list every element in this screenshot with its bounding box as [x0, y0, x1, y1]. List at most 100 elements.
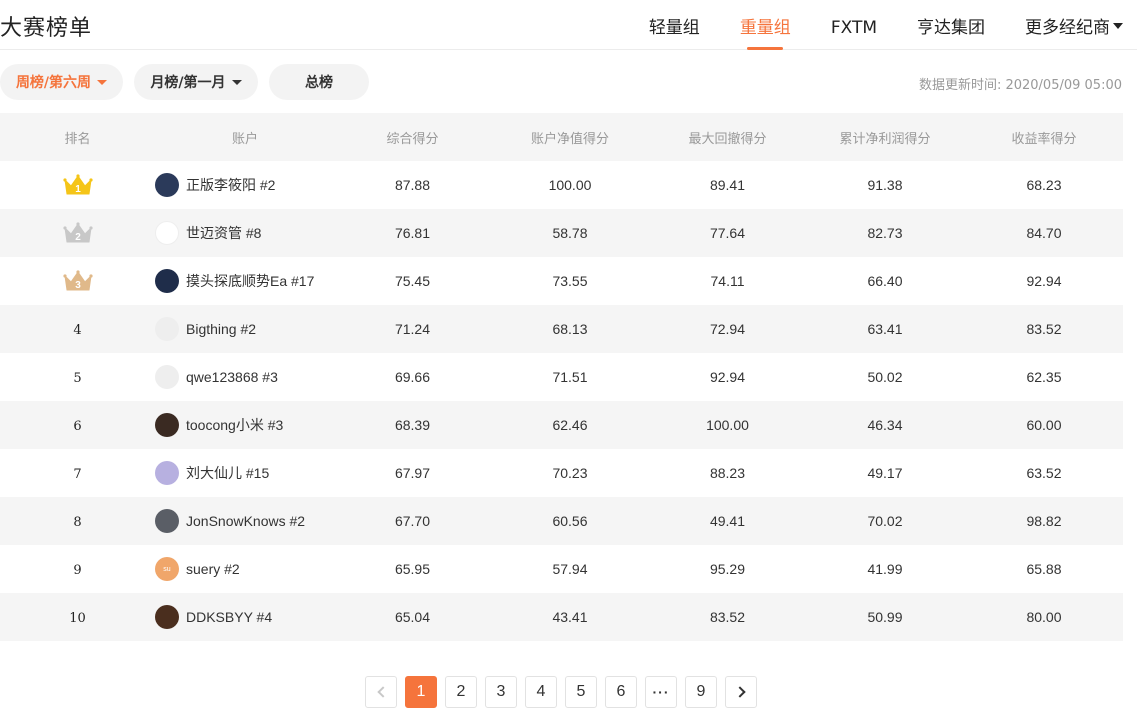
table-row[interactable]: 2 世迈资管 #8 76.81 58.78 77.64 82.73 84.70 [0, 209, 1123, 257]
overall-ranking-button[interactable]: 总榜 [269, 64, 369, 100]
next-page-button[interactable] [725, 676, 757, 708]
score-cell: 68.13 [552, 321, 588, 337]
more-pages-button[interactable]: ··· [645, 676, 677, 708]
weekly-ranking-select[interactable]: 周榜/第六周 [0, 64, 123, 100]
score-cell: 95.29 [709, 561, 746, 577]
account-name[interactable]: 刘大仙儿 #15 [186, 463, 269, 483]
data-update-time: 数据更新时间: 2020/05/09 05:00 [918, 78, 1122, 93]
rank-cell: 10 [0, 609, 155, 626]
account-name[interactable]: 世迈资管 #8 [186, 223, 261, 243]
score-cell: 98.82 [1026, 513, 1062, 529]
account-name[interactable]: qwe123868 #3 [186, 369, 278, 385]
avatar [155, 365, 179, 389]
account-cell[interactable]: 世迈资管 #8 [155, 221, 335, 245]
last-page-button[interactable]: 9 [685, 676, 717, 708]
rank-cell: 3 [0, 269, 155, 293]
score-cell: 46.34 [867, 417, 903, 433]
account-cell[interactable]: DDKSBYY #4 [155, 605, 335, 629]
page-button[interactable]: 6 [605, 676, 637, 708]
tab-heavy-group[interactable]: 重量组 [740, 0, 791, 50]
account-name[interactable]: Bigthing #2 [186, 321, 256, 337]
score-cell: 83.52 [1026, 321, 1062, 337]
score-cell: 68.39 [394, 417, 431, 433]
score-cell: 60.56 [552, 513, 588, 529]
tab-hantec-group[interactable]: 亨达集团 [917, 0, 985, 50]
account-cell[interactable]: qwe123868 #3 [155, 365, 335, 389]
score-cell: 43.41 [552, 609, 588, 625]
account-cell[interactable]: Bigthing #2 [155, 317, 335, 341]
account-name[interactable]: 正版李筱阳 #2 [186, 175, 275, 195]
account-name[interactable]: toocong小米 #3 [186, 415, 283, 435]
account-cell[interactable]: toocong小米 #3 [155, 413, 335, 437]
account-cell[interactable]: 摸头探底顺势Ea #17 [155, 269, 335, 293]
account-name[interactable]: 摸头探底顺势Ea #17 [186, 271, 314, 291]
score-cell: 70.23 [552, 465, 588, 481]
monthly-ranking-select[interactable]: 月榜/第一月 [134, 64, 258, 100]
tab-light-group[interactable]: 轻量组 [649, 0, 700, 50]
rank-number: 8 [73, 514, 82, 530]
table-row[interactable]: 10 DDKSBYY #4 65.04 43.41 83.52 50.99 80.00 [0, 593, 1123, 641]
account-name[interactable]: JonSnowKnows #2 [186, 513, 305, 529]
tab-more-brokers[interactable]: 更多经纪商 [1025, 0, 1123, 50]
score-cell: 92.94 [1026, 273, 1062, 289]
table-row[interactable]: 7 刘大仙儿 #15 67.97 70.23 88.23 49.17 63.52 [0, 449, 1123, 497]
crown-icon: 2 [62, 222, 93, 243]
tab-fxtm[interactable]: FXTM [831, 0, 877, 50]
chevron-right-icon [733, 686, 746, 698]
table-row[interactable]: 4 Bigthing #2 71.24 68.13 72.94 63.41 83.52 [0, 305, 1123, 353]
score-cell: 71.51 [552, 369, 588, 385]
avatar [155, 317, 179, 341]
caret-down-icon [97, 79, 108, 85]
score-cell: 58.78 [552, 225, 588, 241]
account-name[interactable]: suery #2 [186, 561, 240, 577]
leaderboard-table: 排名 账户 综合得分 账户净值得分 最大回撤得分 累计净利润得分 收益率得分 1… [0, 113, 1123, 641]
tab-more-brokers-label: 更多经纪商 [1025, 18, 1110, 38]
score-cell: 62.46 [552, 417, 588, 433]
avatar [155, 413, 179, 437]
score-cell: 88.23 [709, 465, 746, 481]
score-cell: 50.02 [867, 369, 903, 385]
score-cell: 70.02 [867, 513, 903, 529]
table-row[interactable]: 9 su suery #2 65.95 57.94 95.29 41.99 65.88 [0, 545, 1123, 593]
table-header: 排名 账户 综合得分 账户净值得分 最大回撤得分 累计净利润得分 收益率得分 [0, 113, 1123, 161]
score-cell: 77.64 [709, 225, 746, 241]
avatar [155, 173, 179, 197]
account-cell[interactable]: JonSnowKnows #2 [155, 509, 335, 533]
rank-number: 7 [73, 466, 82, 482]
score-cell: 74.11 [710, 273, 745, 289]
table-row[interactable]: 8 JonSnowKnows #2 67.70 60.56 49.41 70.02 98.8… [0, 497, 1123, 545]
avatar [155, 605, 179, 629]
score-cell: 57.94 [552, 561, 588, 577]
table-row[interactable]: 3 摸头探底顺势Ea #17 75.45 73.55 74.11 66.40 92.94 [0, 257, 1123, 305]
caret-down-icon [1113, 23, 1123, 29]
page-button[interactable]: 1 [405, 676, 437, 708]
crown-rank-label: 1 [75, 184, 81, 195]
rank-cell: 5 [0, 369, 155, 386]
score-cell: 60.00 [1026, 417, 1062, 433]
score-cell: 72.94 [709, 321, 746, 337]
score-cell: 41.99 [867, 561, 903, 577]
col-net-profit-score: 累计净利润得分 [839, 131, 931, 147]
score-cell: 68.23 [1026, 177, 1062, 193]
col-rank: 排名 [64, 131, 91, 147]
account-name[interactable]: DDKSBYY #4 [186, 609, 272, 625]
score-cell: 100.00 [706, 417, 749, 433]
page-button[interactable]: 3 [485, 676, 517, 708]
page-button[interactable]: 2 [445, 676, 477, 708]
page-button[interactable]: 5 [565, 676, 597, 708]
rank-cell: 9 [0, 561, 155, 578]
account-cell[interactable]: 正版李筱阳 #2 [155, 173, 335, 197]
table-row[interactable]: 5 qwe123868 #3 69.66 71.51 92.94 50.02 62.35 [0, 353, 1123, 401]
score-cell: 91.38 [867, 177, 903, 193]
crown-icon: 1 [62, 174, 93, 195]
chevron-left-icon [376, 686, 389, 698]
col-return-score: 收益率得分 [1011, 131, 1077, 147]
page-button[interactable]: 4 [525, 676, 557, 708]
prev-page-button[interactable] [365, 676, 397, 708]
account-cell[interactable]: 刘大仙儿 #15 [155, 461, 335, 485]
table-row[interactable]: 6 toocong小米 #3 68.39 62.46 100.00 46.34 60.00 [0, 401, 1123, 449]
account-cell[interactable]: su suery #2 [155, 557, 335, 581]
score-cell: 49.17 [867, 465, 903, 481]
rank-cell: 4 [0, 321, 155, 338]
table-row[interactable]: 1 正版李筱阳 #2 87.88 100.00 89.41 91.38 68.23 [0, 161, 1123, 209]
